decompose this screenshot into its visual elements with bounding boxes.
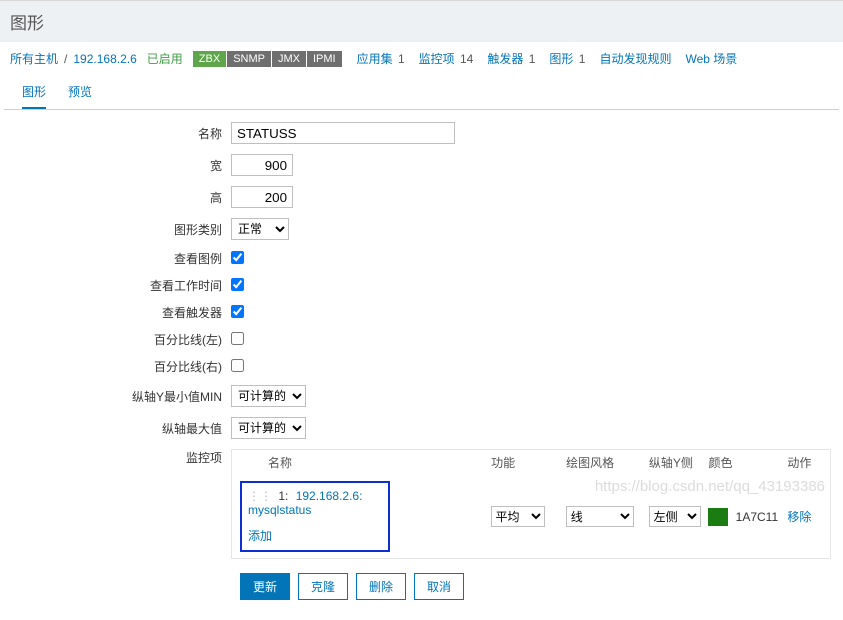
label-name: 名称 — [6, 125, 231, 142]
label-show-triggers: 查看触发器 — [6, 304, 231, 321]
select-yaxis[interactable]: 左侧 — [649, 506, 701, 527]
tab-graph[interactable]: 图形 — [22, 83, 46, 109]
add-item-link[interactable]: 添加 — [248, 527, 272, 544]
label-yaxis-max: 纵轴最大值 — [6, 420, 231, 437]
items-table: 名称 功能 绘图风格 纵轴Y侧 颜色 动作 ⋮⋮ 1: 192.168.2.6:… — [231, 449, 831, 559]
color-swatch[interactable] — [708, 508, 728, 526]
input-name[interactable] — [231, 122, 455, 144]
nav-triggers[interactable]: 触发器 1 — [487, 50, 535, 67]
color-code: 1A7C11 — [736, 510, 778, 524]
select-yaxis-min[interactable]: 可计算的 — [231, 385, 306, 407]
status-enabled: 已启用 — [147, 50, 183, 67]
label-percent-left: 百分比线(左) — [6, 331, 231, 348]
input-width[interactable] — [231, 154, 293, 176]
col-name: 名称 — [240, 454, 491, 471]
nav-items[interactable]: 监控项 14 — [419, 50, 474, 67]
proto-jmx: JMX — [272, 51, 306, 67]
tabs: 图形 预览 — [4, 77, 839, 110]
select-style[interactable]: 线 — [566, 506, 634, 527]
breadcrumb-all-hosts[interactable]: 所有主机 — [10, 50, 58, 67]
label-items: 监控项 — [6, 449, 231, 466]
col-action: 动作 — [787, 454, 822, 471]
breadcrumb-host[interactable]: 192.168.2.6 — [73, 52, 136, 66]
label-percent-right: 百分比线(右) — [6, 358, 231, 375]
tab-preview[interactable]: 预览 — [68, 83, 92, 109]
breadcrumb: 所有主机 / 192.168.2.6 已启用 ZBX SNMP JMX IPMI… — [0, 42, 843, 73]
col-color: 颜色 — [709, 454, 788, 471]
proto-zbx: ZBX — [193, 51, 226, 67]
select-func[interactable]: 平均 — [491, 506, 545, 527]
protocol-badges: ZBX SNMP JMX IPMI — [193, 51, 343, 67]
page-title: 图形 — [10, 9, 833, 34]
input-height[interactable] — [231, 186, 293, 208]
checkbox-show-triggers[interactable] — [231, 305, 244, 318]
col-yaxis: 纵轴Y侧 — [649, 454, 709, 471]
select-type[interactable]: 正常 — [231, 218, 289, 240]
nav-graphs[interactable]: 图形 1 — [549, 50, 585, 67]
checkbox-percent-right[interactable] — [231, 359, 244, 372]
label-yaxis-min: 纵轴Y最小值MIN — [6, 388, 231, 405]
remove-link[interactable]: 移除 — [787, 510, 811, 524]
checkbox-show-legend[interactable] — [231, 251, 244, 264]
label-type: 图形类别 — [6, 221, 231, 238]
col-func: 功能 — [491, 454, 566, 471]
clone-button[interactable]: 克隆 — [298, 573, 348, 600]
watermark: https://blog.csdn.net/qq_43193386 — [595, 478, 825, 495]
nav-apps[interactable]: 应用集 1 — [357, 50, 405, 67]
proto-snmp: SNMP — [227, 51, 271, 67]
col-style: 绘图风格 — [566, 454, 649, 471]
checkbox-show-worktime[interactable] — [231, 278, 244, 291]
update-button[interactable]: 更新 — [240, 573, 290, 600]
select-yaxis-max[interactable]: 可计算的 — [231, 417, 306, 439]
breadcrumb-sep: / — [64, 52, 67, 66]
label-show-worktime: 查看工作时间 — [6, 277, 231, 294]
label-height: 高 — [6, 189, 231, 206]
checkbox-percent-left[interactable] — [231, 332, 244, 345]
nav-web[interactable]: Web 场景 — [685, 50, 737, 67]
delete-button[interactable]: 删除 — [356, 573, 406, 600]
label-show-legend: 查看图例 — [6, 250, 231, 267]
cancel-button[interactable]: 取消 — [414, 573, 464, 600]
proto-ipmi: IPMI — [307, 51, 342, 67]
nav-discovery[interactable]: 自动发现规则 — [599, 50, 671, 67]
item-index: 1: — [278, 489, 288, 503]
drag-handle-icon[interactable]: ⋮⋮ — [248, 489, 272, 503]
item-highlight: ⋮⋮ 1: 192.168.2.6: mysqlstatus 添加 — [240, 481, 390, 552]
label-width: 宽 — [6, 157, 231, 174]
